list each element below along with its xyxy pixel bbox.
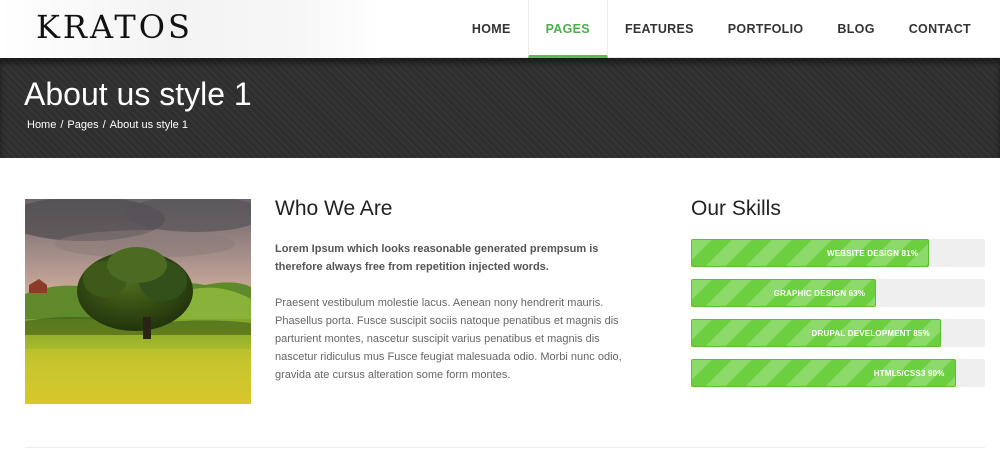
skill-fill: WEBSITE DESIGN 81% [691,239,930,267]
skill-label: DRUPAL DEVELOPMENT 85% [811,329,930,338]
skill-bar-website-design: WEBSITE DESIGN 81% [691,239,985,267]
breadcrumb: Home / Pages / About us style 1 [27,119,188,131]
site-logo[interactable]: KRATOS [36,8,193,46]
section-divider [25,447,985,448]
breadcrumb-current: About us style 1 [109,119,188,131]
skill-label: HTML5/CSS3 90% [873,369,945,378]
skill-bar-graphic-design: GRAPHIC DESIGN 63% [691,279,985,307]
main-nav: HOME PAGES FEATURES PORTFOLIO BLOG CONTA… [455,0,988,58]
skill-bar-html5-css3: HTML5/CSS3 90% [691,359,985,387]
breadcrumb-home[interactable]: Home [27,119,56,131]
breadcrumb-separator: / [102,119,106,131]
nav-item-portfolio[interactable]: PORTFOLIO [711,0,821,58]
skill-fill: GRAPHIC DESIGN 63% [691,279,877,307]
who-we-are-body: Praesent vestibulum molestie lacus. Aene… [275,297,622,381]
skill-bar-drupal-development: DRUPAL DEVELOPMENT 85% [691,319,985,347]
nav-item-pages[interactable]: PAGES [527,0,608,58]
nav-item-features[interactable]: FEATURES [608,0,711,58]
skills-list: WEBSITE DESIGN 81% GRAPHIC DESIGN 63% DR… [691,239,985,399]
skills-heading: Our Skills [691,197,781,220]
who-we-are-heading: Who We Are [275,197,393,220]
nav-item-blog[interactable]: BLOG [820,0,891,58]
nav-item-contact[interactable]: CONTACT [892,0,988,58]
skill-fill: HTML5/CSS3 90% [691,359,956,387]
site-header: KRATOS HOME PAGES FEATURES PORTFOLIO BLO… [0,0,1000,58]
nav-item-home[interactable]: HOME [455,0,528,58]
about-image [25,199,251,404]
who-we-are-lead: Lorem Ipsum which looks reasonable gener… [275,243,599,273]
breadcrumb-separator: / [60,119,64,131]
skill-fill: DRUPAL DEVELOPMENT 85% [691,319,941,347]
page-title: About us style 1 [24,76,252,112]
skill-label: GRAPHIC DESIGN 63% [773,289,866,298]
skill-label: WEBSITE DESIGN 81% [826,249,919,258]
breadcrumb-pages[interactable]: Pages [67,119,98,131]
page-title-band: About us style 1 Home / Pages / About us… [0,58,1000,158]
